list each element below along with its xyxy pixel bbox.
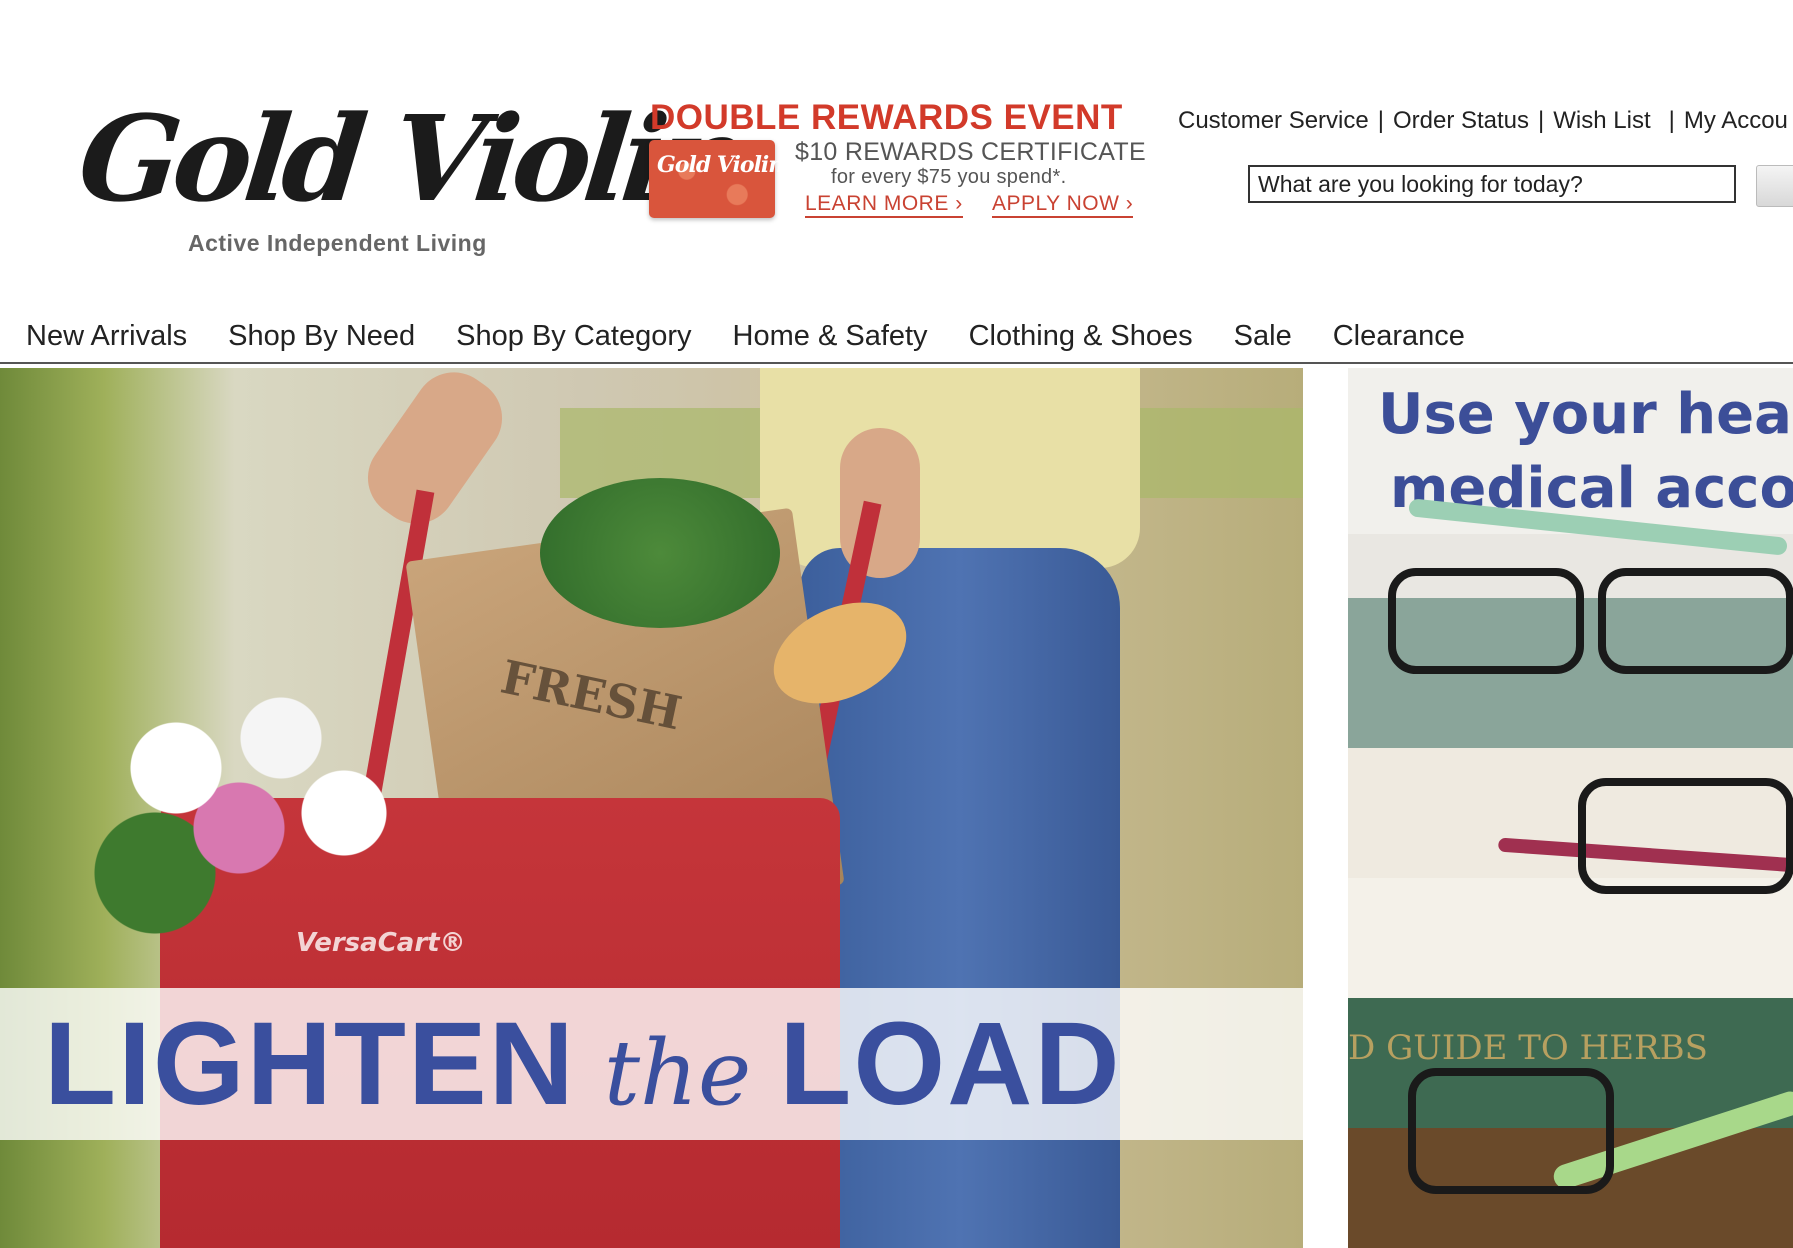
hero-headline-word: LOAD (779, 998, 1122, 1130)
rewards-card-image: Gold Violin (649, 140, 784, 218)
hero-banner-eyewear[interactable]: Use your hea medical acco D GUIDE TO HER… (1348, 368, 1793, 1248)
hero-headline-band: LIGHTEN the LOAD (0, 988, 1303, 1140)
hero-headline: LIGHTEN the LOAD (44, 1005, 1122, 1123)
util-separator: | (1377, 107, 1384, 134)
grocery-greens (540, 478, 780, 628)
util-separator: | (1538, 107, 1545, 134)
reading-glasses (1388, 568, 1584, 674)
reading-glasses (1578, 778, 1793, 894)
wish-list-link[interactable]: Wish List (1553, 107, 1650, 134)
promo-title: DOUBLE REWARDS EVENT (650, 98, 1123, 137)
nav-new-arrivals[interactable]: New Arrivals (26, 320, 187, 353)
logo-tagline: Active Independent Living (188, 230, 487, 256)
eyewear-headline-line: Use your hea (1378, 382, 1792, 447)
search-button[interactable] (1756, 165, 1793, 207)
promo-subline: for every $75 you spend*. (831, 166, 1067, 188)
my-account-link[interactable]: My Accou (1684, 107, 1788, 134)
hero-headline-word: the (603, 1021, 752, 1126)
learn-more-link[interactable]: LEARN MORE › (805, 192, 963, 218)
hero-model-arm (352, 368, 518, 540)
nav-shop-by-need[interactable]: Shop By Need (228, 320, 415, 353)
hero-banner-versacart[interactable]: FRESH VersaCart® LIGHTEN the LOAD (0, 368, 1303, 1248)
search-input[interactable] (1248, 165, 1736, 203)
hero-headline-word: LIGHTEN (44, 998, 576, 1130)
rewards-promo-banner[interactable]: DOUBLE REWARDS EVENT Gold Violin $10 REW… (645, 98, 1146, 228)
customer-service-link[interactable]: Customer Service (1178, 107, 1369, 134)
nav-clearance[interactable]: Clearance (1333, 320, 1465, 353)
nav-sale[interactable]: Sale (1234, 320, 1292, 353)
versacart-logo: VersaCart® (296, 928, 466, 958)
nav-home-safety[interactable]: Home & Safety (733, 320, 928, 353)
rewards-card-logo: Gold Violin (657, 152, 784, 178)
promo-certificate-text: $10 REWARDS CERTIFICATE (795, 138, 1146, 166)
apply-now-link[interactable]: APPLY NOW › (992, 192, 1134, 218)
utility-nav: Customer Service | Order Status | Wish List |… (1178, 107, 1788, 135)
book-stack-item (1348, 878, 1793, 998)
nav-clothing-shoes[interactable]: Clothing & Shoes (969, 320, 1193, 353)
nav-shop-by-category[interactable]: Shop By Category (456, 320, 691, 353)
main-nav: New Arrivals Shop By Need Shop By Catego… (0, 310, 1793, 364)
hero-model-shirt (760, 368, 1140, 568)
reading-glasses (1598, 568, 1793, 674)
util-separator: | (1668, 107, 1675, 134)
book-spine-title: D GUIDE TO HERBS (1348, 1028, 1708, 1068)
flower-bouquet (50, 648, 470, 948)
order-status-link[interactable]: Order Status (1393, 107, 1529, 134)
site-logo[interactable]: Gold Violin Active Independent Living (73, 89, 747, 268)
reading-glasses (1408, 1068, 1614, 1194)
